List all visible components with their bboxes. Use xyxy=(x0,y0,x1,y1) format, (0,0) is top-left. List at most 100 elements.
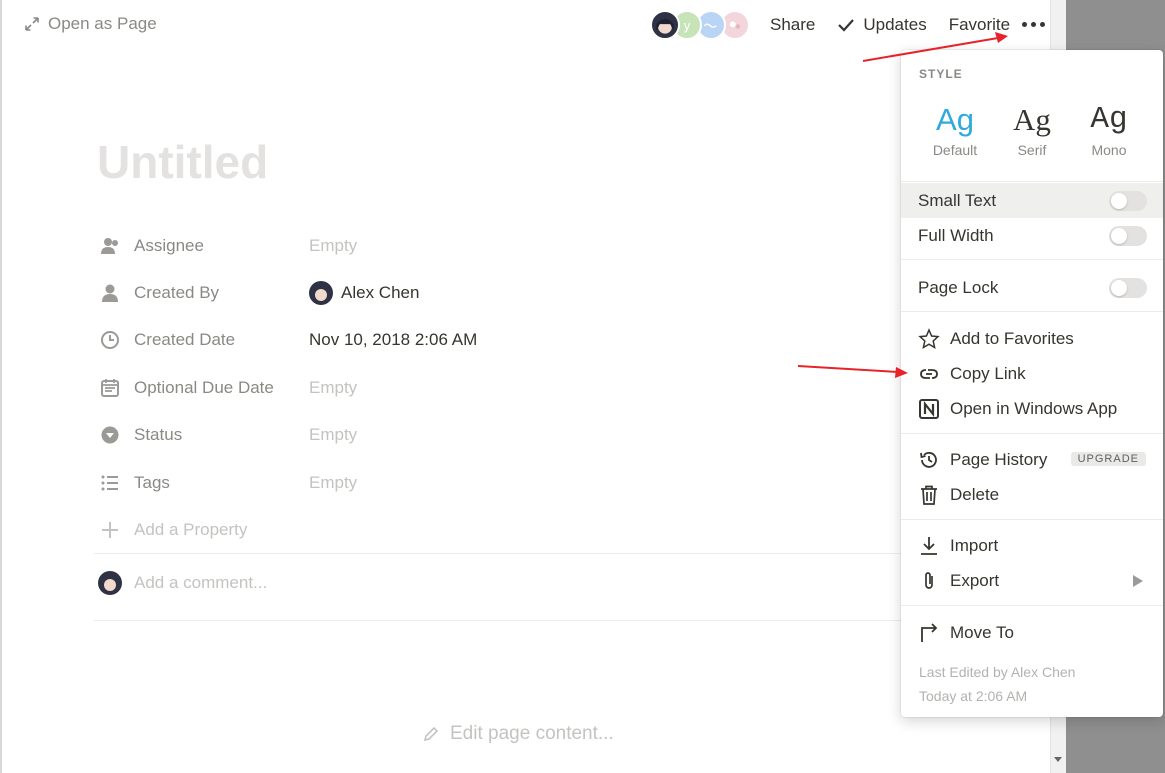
property-row-created-date[interactable]: Created Date Nov 10, 2018 2:06 AM xyxy=(98,317,858,364)
check-icon xyxy=(838,19,855,32)
copy-link-label: Copy Link xyxy=(950,363,1026,383)
star-icon xyxy=(918,328,940,350)
favorite-button[interactable]: Favorite xyxy=(949,15,1010,35)
page-history-item[interactable]: Page History UPGRADE xyxy=(901,442,1163,477)
page-lock-toggle[interactable] xyxy=(1109,278,1147,298)
menu-divider xyxy=(901,519,1163,520)
menu-divider xyxy=(901,259,1163,260)
page-title[interactable]: Untitled xyxy=(97,135,268,189)
property-value[interactable]: Empty xyxy=(309,378,357,398)
download-icon xyxy=(918,535,940,557)
notion-logo-icon xyxy=(918,398,940,420)
share-button[interactable]: Share xyxy=(770,15,815,35)
edit-content-label: Edit page content... xyxy=(450,723,614,744)
property-value[interactable]: Alex Chen xyxy=(309,281,420,306)
created-by-name: Alex Chen xyxy=(341,283,420,303)
open-as-page-button[interactable]: Open as Page xyxy=(24,14,157,34)
avatar[interactable] xyxy=(650,10,680,40)
collaborator-avatars[interactable]: y xyxy=(650,10,750,42)
property-name: Optional Due Date xyxy=(134,377,274,397)
page-panel: Open as Page y Share Updates Favorite Un… xyxy=(2,0,1050,773)
property-name: Created Date xyxy=(134,330,236,350)
style-default-label: Default xyxy=(932,142,978,158)
style-serif-button[interactable]: Ag Serif xyxy=(996,102,1068,158)
add-to-favorites-item[interactable]: Add to Favorites xyxy=(901,321,1163,356)
small-text-toggle[interactable] xyxy=(1109,191,1147,211)
last-edited-time: Today at 2:06 AM xyxy=(919,688,1028,704)
edit-page-content[interactable]: Edit page content... xyxy=(422,723,614,745)
clock-icon xyxy=(98,328,122,352)
scroll-down-arrow-icon[interactable] xyxy=(1054,757,1062,762)
property-value[interactable]: Nov 10, 2018 2:06 AM xyxy=(309,330,477,350)
property-name: Assignee xyxy=(134,235,204,255)
property-value[interactable]: Empty xyxy=(309,236,357,256)
property-row-assignee[interactable]: Assignee Empty xyxy=(98,222,858,269)
open-in-windows-app-label: Open in Windows App xyxy=(950,398,1118,418)
style-serif-glyph: Ag xyxy=(1013,102,1051,137)
topbar: Open as Page y Share Updates Favorite xyxy=(2,0,1050,52)
avatar-letter: y xyxy=(683,17,691,33)
move-arrow-icon xyxy=(918,622,940,644)
last-edited-info: Last Edited by Alex Chen Today at 2:06 A… xyxy=(919,660,1075,708)
add-to-favorites-label: Add to Favorites xyxy=(950,328,1074,348)
updates-button[interactable]: Updates xyxy=(837,15,927,35)
small-text-toggle-row[interactable]: Small Text xyxy=(901,183,1163,218)
property-name: Status xyxy=(134,425,183,445)
menu-divider xyxy=(901,433,1163,434)
menu-divider xyxy=(901,311,1163,312)
style-options: Ag Default Ag Serif Ag Mono xyxy=(919,102,1145,158)
property-row-status[interactable]: Status Empty xyxy=(98,412,858,459)
move-to-item[interactable]: Move To xyxy=(901,615,1163,650)
history-icon xyxy=(918,449,940,471)
add-property-button[interactable]: Add a Property xyxy=(98,506,858,553)
divider xyxy=(94,553,914,554)
avatar xyxy=(98,571,122,595)
full-width-toggle[interactable] xyxy=(1109,226,1147,246)
property-name: Created By xyxy=(134,283,220,303)
page-history-label: Page History xyxy=(950,449,1048,469)
share-label: Share xyxy=(770,15,816,34)
page-options-menu: STYLE Ag Default Ag Serif Ag Mono Small … xyxy=(901,50,1163,717)
comment-input[interactable]: Add a comment... xyxy=(98,571,267,595)
style-mono-button[interactable]: Ag Mono xyxy=(1073,102,1145,158)
delete-label: Delete xyxy=(950,484,1000,504)
property-row-due-date[interactable]: Optional Due Date Empty xyxy=(98,364,858,411)
property-row-created-by[interactable]: Created By Alex Chen xyxy=(98,269,858,316)
open-as-page-label: Open as Page xyxy=(48,14,157,33)
property-value[interactable]: Empty xyxy=(309,425,357,445)
list-icon xyxy=(98,471,122,495)
calendar-icon xyxy=(98,376,122,400)
comment-placeholder: Add a comment... xyxy=(134,573,268,592)
trash-icon xyxy=(918,484,940,506)
menu-divider xyxy=(901,181,1163,182)
properties-list: Assignee Empty Created By Alex Chen Crea… xyxy=(98,222,858,554)
import-label: Import xyxy=(950,535,999,555)
page-lock-toggle-row[interactable]: Page Lock xyxy=(901,270,1163,305)
style-default-button[interactable]: Ag Default xyxy=(919,102,991,158)
add-property-label: Add a Property xyxy=(134,520,248,540)
link-icon xyxy=(918,363,940,385)
delete-item[interactable]: Delete xyxy=(901,477,1163,512)
style-default-glyph: Ag xyxy=(936,102,974,137)
copy-link-item[interactable]: Copy Link xyxy=(901,356,1163,391)
more-options-button[interactable] xyxy=(1022,22,1045,27)
assignee-icon xyxy=(98,234,122,258)
export-item[interactable]: Export xyxy=(901,563,1163,598)
full-width-toggle-row[interactable]: Full Width xyxy=(901,218,1163,253)
more-dot-icon xyxy=(1040,22,1045,27)
upgrade-badge: UPGRADE xyxy=(1070,452,1146,466)
move-to-label: Move To xyxy=(950,622,1014,642)
full-width-label: Full Width xyxy=(918,225,994,245)
person-icon xyxy=(98,281,122,305)
plus-icon xyxy=(98,518,122,542)
favorite-label: Favorite xyxy=(948,15,1011,34)
property-value[interactable]: Empty xyxy=(309,473,357,493)
pencil-icon xyxy=(423,726,439,742)
open-in-windows-app-item[interactable]: Open in Windows App xyxy=(901,391,1163,426)
page-lock-label: Page Lock xyxy=(918,277,999,297)
property-name: Tags xyxy=(134,472,170,492)
paperclip-icon xyxy=(918,570,940,592)
style-mono-glyph: Ag xyxy=(1090,102,1128,137)
import-item[interactable]: Import xyxy=(901,528,1163,563)
property-row-tags[interactable]: Tags Empty xyxy=(98,459,858,506)
